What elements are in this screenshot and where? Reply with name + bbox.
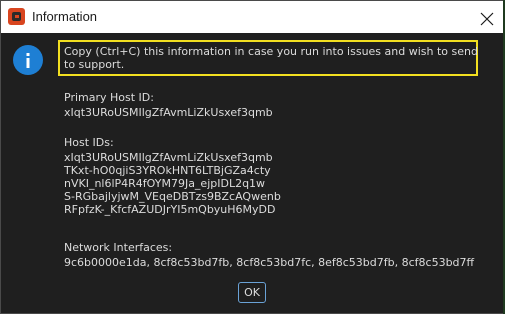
host-ids-label: Host IDs: xyxy=(64,136,114,149)
host-id-item: TKxt-hO0qjiS3YROkHNT6LTBjGZa4cty xyxy=(64,164,271,177)
close-icon xyxy=(480,12,494,25)
app-logo-icon xyxy=(8,8,25,25)
host-id-item: xIqt3URoUSMIlgZfAvmLiZkUsxef3qmb xyxy=(64,151,273,164)
host-id-item: nVKI_nl6lP4R4fOYM79Ja_ejpIDL2q1w xyxy=(64,177,266,190)
host-ids-list: xIqt3URoUSMIlgZfAvmLiZkUsxef3qmb TKxt-hO… xyxy=(64,151,281,216)
host-id-item: RFpfzK-_KfcfAZUDJrYI5mQbyuH6MyDD xyxy=(64,203,276,216)
host-id-item: S-RGbajlyjwM_VEqeDBTzs9BZcAQwenb xyxy=(64,190,281,203)
intro-message: Copy (Ctrl+C) this information in case y… xyxy=(64,45,478,71)
primary-host-value: xIqt3URoUSMIlgZfAvmLiZkUsxef3qmb xyxy=(64,106,273,119)
close-button[interactable] xyxy=(476,6,498,28)
network-interfaces-label: Network Interfaces: xyxy=(64,241,173,254)
window-title: Information xyxy=(32,9,98,24)
information-dialog: Information Copy (Ctrl+C) this informati… xyxy=(0,0,505,314)
info-icon xyxy=(13,45,43,75)
network-interfaces-value: 9c6b0000e1da, 8cf8c53bd7fb, 8cf8c53bd7fc… xyxy=(64,256,475,269)
title-bar: Information xyxy=(1,1,504,33)
ok-button[interactable]: OK xyxy=(238,282,266,303)
primary-host-label: Primary Host ID: xyxy=(64,91,154,104)
